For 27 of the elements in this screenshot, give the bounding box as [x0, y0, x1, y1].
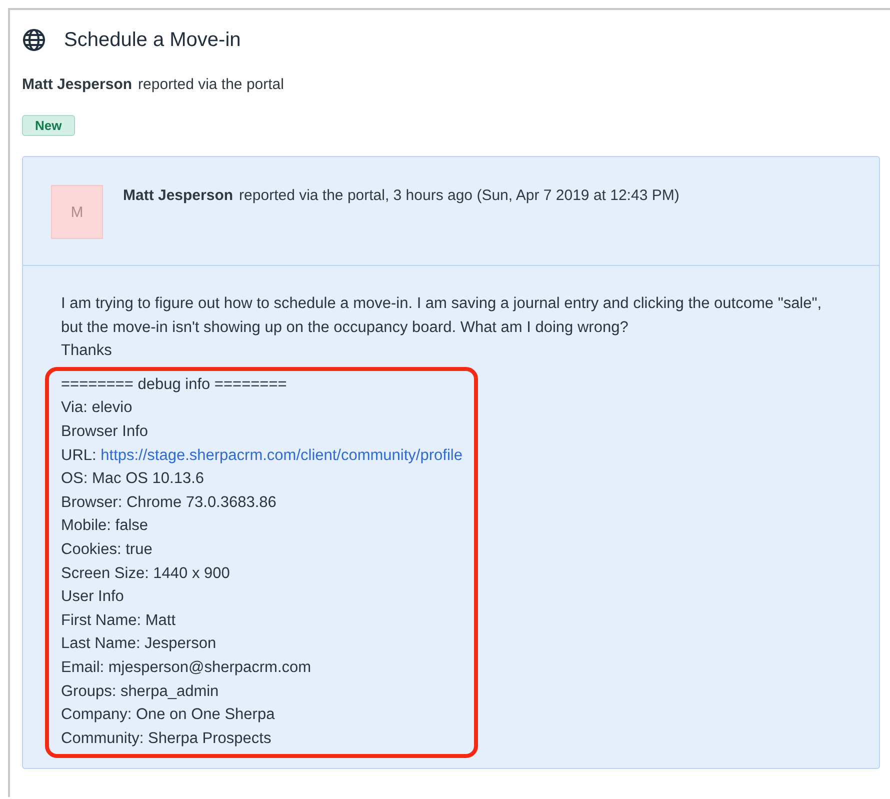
debug-line: Cookies: true: [61, 540, 154, 560]
debug-line: OS: Mac OS 10.13.6: [61, 469, 206, 490]
debug-line: Community: Sherpa Prospects: [61, 728, 272, 749]
debug-line: Via: elevio: [61, 398, 134, 418]
globe-icon: [22, 28, 46, 52]
debug-label: URL:: [61, 446, 96, 464]
ticket-title: Schedule a Move-in: [64, 28, 241, 52]
report-channel: reported via the portal: [138, 76, 284, 93]
debug-line: ======== debug info ========: [61, 374, 288, 395]
author-name: Matt Jesperson: [123, 187, 234, 206]
debug-line: Company: One on One Sherpa: [61, 705, 276, 726]
debug-link[interactable]: https://stage.sherpacrm.com/client/community/profile: [100, 446, 462, 464]
debug-line: First Name: Matt: [61, 610, 177, 631]
debug-line: Last Name: Jesperson: [61, 634, 218, 654]
debug-line: Email: mjesperson@sherpacrm.com: [61, 658, 312, 678]
debug-line: User Info: [61, 587, 125, 608]
debug-line: Groups: sherpa_admin: [61, 682, 220, 702]
debug-line: Mobile: false: [61, 516, 150, 536]
message-meta: reported via the portal, 3 hours ago (Sun, Apr 7 2019 at 12:43 PM): [239, 187, 680, 206]
reporter-name: Matt Jesperson: [22, 76, 132, 93]
message-closing: Thanks: [61, 341, 113, 362]
debug-line: Screen Size: 1440 x 900: [61, 564, 231, 584]
status-badge: New: [22, 115, 75, 136]
debug-line: Browser: Chrome 73.0.3683.86: [61, 492, 278, 513]
message-text: I am trying to figure out how to schedule a move-in. I am saving a journal entry and clicking the outcome "sale", but the move-in isn't showing up on the occupancy board. What am I doing wrong?: [61, 294, 823, 338]
avatar: M: [51, 185, 103, 239]
debug-line: Browser Info: [61, 422, 150, 442]
